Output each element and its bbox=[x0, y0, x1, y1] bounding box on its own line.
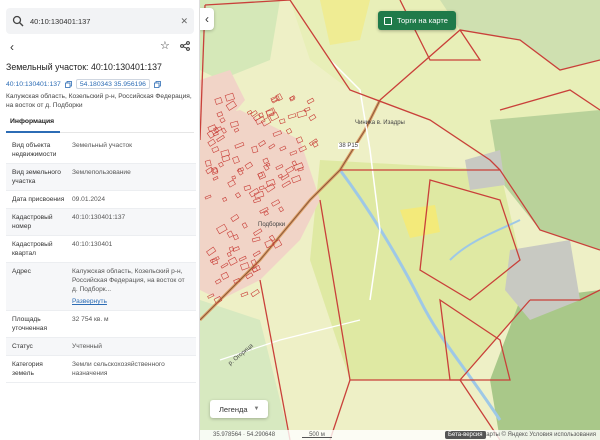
card-toolbar: ‹ ☆ bbox=[0, 38, 199, 56]
row-value: Калужская область, Козельский р-н, Росси… bbox=[72, 268, 185, 293]
row-label: Статус bbox=[12, 343, 33, 350]
coordinates-chip[interactable]: 54.180343 35.956196 bbox=[75, 79, 150, 89]
row-label: Площадь уточненная bbox=[12, 316, 48, 332]
chevron-down-icon: ▼ bbox=[253, 406, 260, 412]
row-value: Учтенный bbox=[72, 343, 102, 350]
search-box[interactable]: ✕ bbox=[6, 8, 194, 34]
sidebar-panel: ✕ ‹ ☆ Земельный участок: 40:10:130401:13… bbox=[0, 0, 200, 440]
search-input[interactable] bbox=[30, 16, 170, 26]
table-row: Статус Учтенный bbox=[6, 338, 196, 356]
tab-information[interactable]: Информация bbox=[10, 118, 54, 125]
row-value: Землепользование bbox=[72, 169, 131, 176]
row-label: Вид объекта недвижимости bbox=[12, 142, 57, 158]
scale-bar: 500 м bbox=[302, 432, 332, 438]
podborki-label: Подборки bbox=[258, 222, 286, 228]
legend-label: Легенда bbox=[219, 404, 248, 414]
table-row: Дата присвоения 09.01.2024 bbox=[6, 191, 196, 209]
table-row: Адрес Калужская область, Козельский р-н, … bbox=[6, 263, 196, 311]
table-row: Кадастровый номер 40:10:130401:137 bbox=[6, 209, 196, 236]
share-icon[interactable] bbox=[180, 41, 190, 51]
cursor-coordinates: 35.978564 · 54.290648 bbox=[213, 431, 276, 438]
table-row: Категория земель Земли сельскохозяйственн… bbox=[6, 356, 196, 383]
map-view[interactable]: Чиника в. Изадры 38 Р15 Подборки р. Огор… bbox=[200, 0, 600, 440]
row-label: Кадастровый номер bbox=[12, 214, 53, 230]
row-value: Земельный участок bbox=[72, 142, 133, 149]
row-value: 40:10:130401:137 bbox=[72, 214, 126, 221]
clear-search-icon[interactable]: ✕ bbox=[180, 16, 188, 27]
chevron-left-icon: ‹ bbox=[205, 12, 209, 26]
village-label: Чиника в. Изадры bbox=[355, 120, 405, 126]
row-label: Вид земельного участка bbox=[12, 169, 61, 185]
row-label: Адрес bbox=[12, 268, 31, 275]
torgi-on-map-toggle[interactable]: Торги на карте bbox=[378, 11, 456, 30]
road-label: 38 Р15 bbox=[338, 143, 360, 149]
cadastral-id-link[interactable]: 40:10:130401:137 bbox=[6, 81, 61, 88]
id-row: 40:10:130401:137 54.180343 35.956196 bbox=[6, 79, 161, 89]
details-table: Вид объекта недвижимости Земельный участо… bbox=[6, 137, 196, 383]
back-arrow-icon[interactable]: ‹ bbox=[10, 40, 14, 54]
map-status-bar: 35.978564 · 54.290648 500 м Бета-версия … bbox=[200, 430, 600, 440]
collapse-sidebar-button[interactable]: ‹ bbox=[200, 8, 214, 30]
row-label: Кадастровый квартал bbox=[12, 241, 53, 257]
row-label: Категория земель bbox=[12, 361, 43, 377]
search-icon bbox=[12, 15, 24, 27]
copy-icon[interactable] bbox=[64, 80, 72, 88]
row-value: 32 754 кв. м bbox=[72, 316, 109, 323]
legend-button[interactable]: Легенда ▼ bbox=[210, 400, 269, 418]
expand-address-link[interactable]: Развернуть bbox=[72, 298, 107, 305]
beta-badge: Бета-версия bbox=[445, 431, 486, 439]
table-row: Площадь уточненная 32 754 кв. м bbox=[6, 311, 196, 338]
map-canvas[interactable] bbox=[200, 0, 600, 440]
map-attribution[interactable]: Карты © Яндекс Условия использования bbox=[483, 432, 596, 438]
tabs-bar: Информация bbox=[6, 117, 194, 133]
tab-underline bbox=[6, 131, 60, 133]
page-title: Земельный участок: 40:10:130401:137 bbox=[6, 62, 162, 72]
star-icon[interactable]: ☆ bbox=[160, 39, 170, 52]
address-summary: Калужская область, Козельский р-н, Росси… bbox=[6, 93, 192, 109]
row-value: 40:10:130401 bbox=[72, 241, 113, 248]
copy-coords-icon[interactable] bbox=[154, 80, 161, 88]
table-row: Кадастровый квартал 40:10:130401 bbox=[6, 236, 196, 263]
row-label: Дата присвоения bbox=[12, 196, 65, 203]
checkbox-icon bbox=[384, 16, 392, 25]
row-value: Земли сельскохозяйственного назначения bbox=[72, 361, 165, 377]
table-row: Вид объекта недвижимости Земельный участо… bbox=[6, 137, 196, 164]
row-value: 09.01.2024 bbox=[72, 196, 106, 203]
torgi-label: Торги на карте bbox=[397, 16, 448, 25]
table-row: Вид земельного участка Землепользование bbox=[6, 164, 196, 191]
